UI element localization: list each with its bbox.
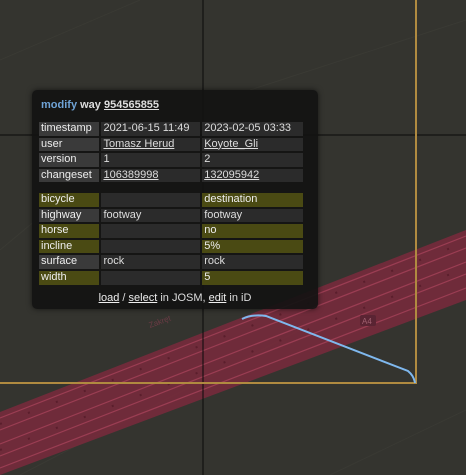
element-type: way [80,99,101,111]
tags-table: bicycle destination highway footway foot… [37,191,305,287]
table-row: incline 5% [39,239,303,254]
table-row: bicycle destination [39,193,303,207]
tag-key: surface [39,255,100,269]
tag-old-value [101,239,201,254]
in-josm-text: in JOSM, [157,292,209,304]
select-link[interactable]: select [129,292,158,304]
edit-link[interactable]: edit [209,292,227,304]
links-separator: / [119,292,129,304]
table-row: horse no [39,224,303,238]
new-user-link[interactable]: Koyote_Gli [204,138,258,150]
tag-old-value: rock [101,255,201,269]
popup-header: modify way 954565855 [41,99,159,111]
load-link[interactable]: load [99,292,120,304]
old-user-link[interactable]: Tomasz Herud [103,138,174,150]
tag-new-value: rock [202,255,303,269]
meta-new-value: 2023-02-05 03:33 [202,122,303,136]
tag-key: highway [39,208,100,223]
table-row: version 1 2 [39,153,303,167]
table-row: timestamp 2021-06-15 11:49 2023-02-05 03… [39,122,303,136]
ref-badge: A4 [360,315,376,326]
tag-new-value: 5 [202,270,303,285]
tag-new-value: 5% [202,239,303,254]
new-changeset-link[interactable]: 132095942 [204,169,259,181]
svg-text:A4: A4 [362,317,372,326]
tag-new-value: destination [202,193,303,207]
tag-old-value [101,193,201,207]
tag-new-value: footway [202,208,303,223]
meta-new-value: 2 [202,153,303,167]
meta-key: timestamp [39,122,100,136]
meta-key: user [39,137,100,152]
table-row: surface rock rock [39,255,303,269]
tag-key: horse [39,224,100,238]
action-label: modify [41,99,78,111]
table-row: user Tomasz Herud Koyote_Gli [39,137,303,152]
tag-key: incline [39,239,100,254]
tag-key: bicycle [39,193,100,207]
meta-old-value: 1 [101,153,201,167]
tag-old-value: footway [101,208,201,223]
meta-key: changeset [39,168,100,183]
table-row: highway footway footway [39,208,303,223]
table-row: width 5 [39,270,303,285]
element-id-link[interactable]: 954565855 [104,99,159,111]
tag-key: width [39,270,100,285]
tag-old-value [101,270,201,285]
table-row: changeset 106389998 132095942 [39,168,303,183]
tag-new-value: no [202,224,303,238]
in-id-text: in iD [226,292,252,304]
tag-old-value [101,224,201,238]
changes-popup: modify way 954565855 timestamp 2021-06-1… [32,90,318,309]
meta-key: version [39,153,100,167]
meta-old-value: 2021-06-15 11:49 [101,122,201,136]
editor-links: load / select in JOSM, edit in iD [32,292,318,304]
meta-table: timestamp 2021-06-15 11:49 2023-02-05 03… [37,120,305,184]
old-changeset-link[interactable]: 106389998 [103,169,158,181]
